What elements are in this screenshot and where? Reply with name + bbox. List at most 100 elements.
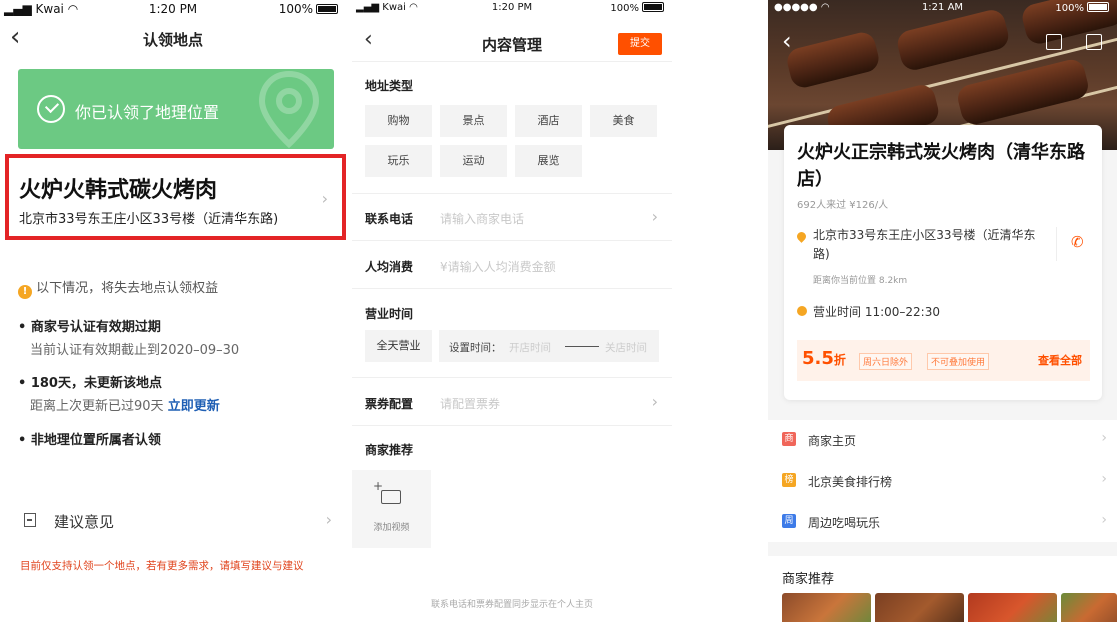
footer-note: 联系电话和票券配置同步显示在个人主页 [430, 600, 593, 610]
type-chip-food[interactable]: 美食 [590, 105, 657, 137]
discount-value: 5.5折 [802, 348, 846, 369]
divider [352, 240, 672, 241]
link-nearby-fun[interactable]: 周 周边吃喝玩乐 › [768, 502, 1117, 542]
meat-piece [955, 56, 1091, 128]
distance-text: 距离你当前位置 8.2km [813, 276, 908, 286]
support-hint: 目前仅支持认领一个地点，若有更多需求，请填写建议与建议 [20, 560, 304, 572]
divider [352, 425, 672, 426]
feedback-label: 建议意见 [54, 513, 115, 531]
divider [352, 193, 672, 194]
battery-icon [1087, 2, 1109, 12]
content-manage-screen: ▂▄▆ Kwai ◠ 1:20 PM 100% ‹ 内容管理 提交 地址类型 购… [352, 0, 672, 622]
place-address: 北京市33号东王庄小区33号楼（近清华东路) [19, 212, 279, 227]
page-title: 认领地点 [142, 31, 203, 49]
meat-piece [784, 29, 882, 91]
status-bar: ●●●●● ◠ 1:21 AM 100% [768, 0, 1117, 18]
chevron-right-icon: › [321, 189, 328, 208]
price-input[interactable]: ¥请输入人均消费金额 [440, 258, 556, 275]
range-dash [565, 346, 599, 347]
recommend-title: 商家推荐 [782, 572, 835, 587]
type-chip-exhibit[interactable]: 展览 [515, 145, 582, 177]
type-chip-sight[interactable]: 景点 [440, 105, 507, 137]
rule-desc-text: 距离上次更新已过90天 [30, 399, 164, 414]
chevron-right-icon: › [325, 510, 332, 529]
link-label: 商家主页 [808, 434, 857, 448]
rule-title: • 180天，未更新该地点 [18, 376, 162, 391]
type-chip-shopping[interactable]: 购物 [365, 105, 432, 137]
dish-thumbnail[interactable] [782, 593, 871, 622]
business-hours: 营业时间 11:00–22:30 [813, 305, 940, 319]
status-bar: ▂▄▆ Kwai ◠ 1:20 PM 100% [352, 0, 672, 18]
claimed-banner: 你已认领了地理位置 [18, 69, 334, 149]
link-label: 周边吃喝玩乐 [808, 516, 881, 530]
merchant-links: 商 商家主页 › 榜 北京美食排行榜 › 周 周边吃喝玩乐 › [768, 420, 1117, 542]
merchant-card: 火炉火正宗韩式炭火烤肉（清华东路店） 692人来过 ¥126/人 北京市33号东… [784, 125, 1102, 400]
discount-unit: 折 [833, 353, 846, 367]
type-chip-hotel[interactable]: 酒店 [515, 105, 582, 137]
warning-icon: ! [18, 285, 32, 299]
check-circle-icon [37, 95, 65, 123]
battery-level: 100% [610, 3, 639, 14]
update-now-link[interactable]: 立即更新 [168, 399, 220, 414]
merchant-detail-screen: ●●●●● ◠ 1:21 AM 100% ‹ 火炉火正宗韩式炭火烤肉（清华东路店… [768, 0, 1117, 622]
divider [352, 288, 672, 289]
time-range-picker[interactable]: 设置时间： 开店时间 关店时间 [439, 330, 659, 362]
location-pin-icon [795, 230, 808, 243]
submit-button[interactable]: 提交 [618, 33, 662, 55]
link-merchant-home[interactable]: 商 商家主页 › [768, 420, 1117, 460]
checkin-icon[interactable] [1086, 34, 1102, 50]
close-time-field[interactable]: 关店时间 [605, 340, 647, 355]
divider [1056, 227, 1057, 261]
hours-label: 营业时间 [365, 307, 414, 321]
link-food-ranking[interactable]: 榜 北京美食排行榜 › [768, 461, 1117, 501]
view-all-link[interactable]: 查看全部 [1038, 352, 1082, 368]
dish-thumbnail[interactable] [875, 593, 964, 622]
discount-tag: 不可叠加使用 [927, 353, 990, 370]
ticket-label: 票券配置 [365, 397, 414, 411]
set-time-label: 设置时间： [449, 342, 502, 354]
chevron-right-icon: › [1101, 471, 1107, 487]
merchant-name: 火炉火正宗韩式炭火烤肉（清华东路店） [797, 142, 1085, 190]
dish-thumbnail[interactable] [968, 593, 1057, 622]
divider [352, 61, 672, 62]
chevron-right-icon: › [1101, 430, 1107, 446]
price-label: 人均消费 [365, 260, 414, 274]
share-icon[interactable] [1046, 34, 1062, 50]
address-type-label: 地址类型 [365, 79, 414, 93]
rule-title: • 非地理位置所属者认领 [18, 433, 161, 448]
battery-icon [316, 4, 338, 14]
phone-input[interactable]: 请输入商家电话 [440, 210, 524, 227]
rule-desc: 距离上次更新已过90天 立即更新 [30, 395, 220, 414]
nearby-icon: 周 [782, 514, 796, 528]
discount-banner[interactable]: 5.5折 周六日除外 不可叠加使用 查看全部 [797, 340, 1090, 381]
feedback-row[interactable]: 建议意见 › [18, 505, 336, 535]
discount-tag: 周六日除外 [859, 353, 913, 370]
video-add-icon [373, 479, 401, 504]
phone-label: 联系电话 [365, 212, 414, 226]
battery-icon [642, 2, 664, 12]
recommend-label: 商家推荐 [365, 443, 414, 457]
discount-number: 5.5 [802, 348, 834, 369]
recommend-section: 商家推荐 [768, 556, 1117, 622]
dish-thumbnail[interactable] [1061, 593, 1117, 622]
claimed-place-card[interactable]: 火炉火韩式碳火烤肉 北京市33号东王庄小区33号楼（近清华东路) › [5, 154, 346, 240]
add-video-button[interactable]: 添加视频 [352, 470, 431, 548]
merchant-address[interactable]: 北京市33号东王庄小区33号楼（近清华东路) [813, 226, 1041, 264]
open-time-field[interactable]: 开店时间 [509, 340, 551, 355]
loss-notice: ! 以下情况，将失去地点认领权益 [18, 277, 218, 299]
back-chevron-icon[interactable]: ‹ [782, 29, 792, 53]
chevron-right-icon: › [1101, 512, 1107, 528]
all-day-button[interactable]: 全天营业 [365, 330, 432, 362]
ranking-icon: 榜 [782, 473, 796, 487]
battery-level: 100% [278, 2, 313, 16]
phone-icon[interactable]: ✆ [1071, 233, 1084, 251]
divider [352, 377, 672, 378]
type-chip-sport[interactable]: 运动 [440, 145, 507, 177]
link-label: 北京美食排行榜 [808, 475, 893, 489]
place-name: 火炉火韩式碳火烤肉 [19, 178, 218, 203]
ticket-input[interactable]: 请配置票券 [440, 395, 500, 412]
clock-icon [797, 306, 807, 316]
type-chip-play[interactable]: 玩乐 [365, 145, 432, 177]
chevron-right-icon: › [651, 207, 658, 226]
chevron-right-icon: › [651, 392, 658, 411]
